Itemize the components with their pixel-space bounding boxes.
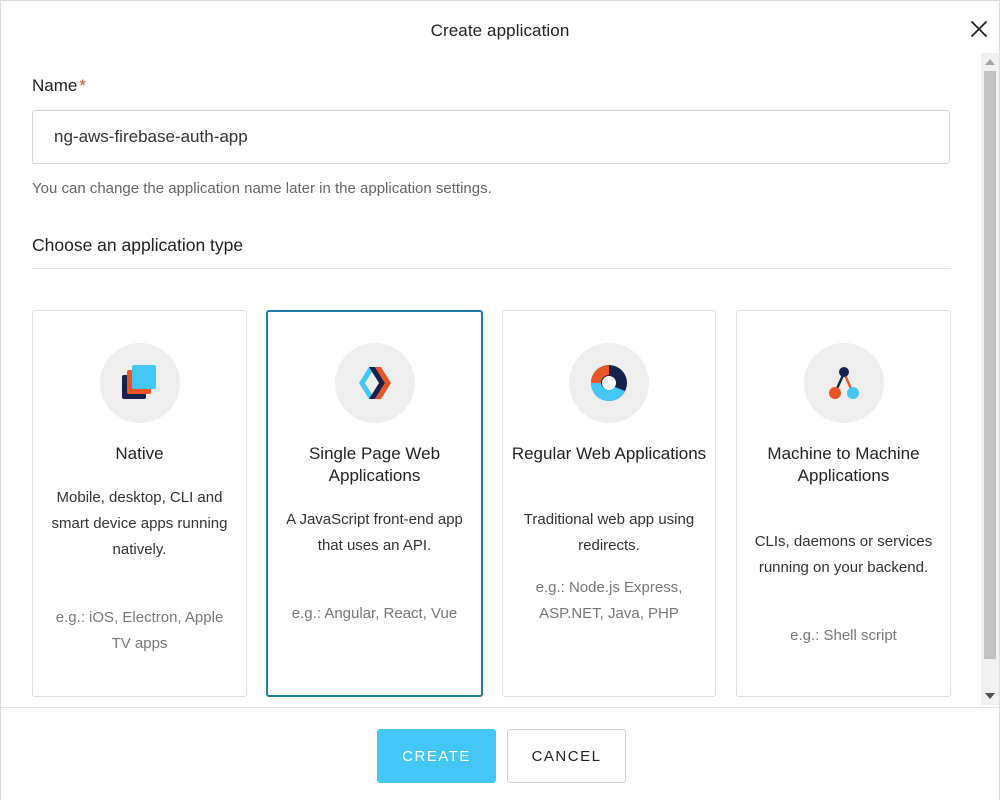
app-type-card-regular-web[interactable]: Regular Web Applications Traditional web… <box>502 310 716 697</box>
app-type-card-machine-to-machine[interactable]: Machine to Machine Applications CLIs, da… <box>736 310 951 697</box>
cancel-button[interactable]: CANCEL <box>507 729 626 783</box>
card-title: Regular Web Applications <box>511 444 707 463</box>
machine-to-machine-icon <box>803 343 884 423</box>
dialog-title: Create application <box>430 21 570 40</box>
vertical-scrollbar[interactable] <box>981 53 999 705</box>
dialog-footer: CREATE CANCEL <box>1 707 999 800</box>
close-icon <box>971 21 987 37</box>
name-help-text: You can change the application name late… <box>32 180 492 197</box>
application-type-heading: Choose an application type <box>32 235 244 255</box>
native-app-icon <box>99 343 180 423</box>
card-title: Single Page Web Applications <box>308 444 441 485</box>
chevron-up-icon <box>985 59 995 65</box>
required-marker: * <box>79 76 86 95</box>
card-title: Machine to Machine Applications <box>767 444 920 485</box>
card-title: Native <box>115 444 164 463</box>
scroll-down-button[interactable] <box>981 689 999 703</box>
card-example: e.g.: Shell script <box>790 627 897 644</box>
application-name-input[interactable] <box>32 110 950 164</box>
card-description: A JavaScript front-end app that uses an … <box>286 511 463 554</box>
dialog-body: Name* You can change the application nam… <box>1 51 999 706</box>
app-type-card-native[interactable]: Native Mobile, desktop, CLI and smart de… <box>32 310 247 697</box>
create-button[interactable]: CREATE <box>377 729 496 783</box>
card-example: e.g.: iOS, Electron, Apple TV apps <box>55 609 224 652</box>
name-field-label: Name * <box>32 76 86 95</box>
card-example: e.g.: Angular, React, Vue <box>291 605 458 622</box>
card-description: Traditional web app using redirects. <box>523 511 695 554</box>
create-application-dialog: Create application Name* You can change … <box>0 0 1000 800</box>
regular-web-app-icon <box>569 343 649 423</box>
app-type-card-spa[interactable]: Single Page Web Applications A JavaScrip… <box>266 310 483 697</box>
scroll-up-button[interactable] <box>981 55 999 69</box>
scrollbar-thumb[interactable] <box>984 71 996 659</box>
card-example: e.g.: Node.js Express, ASP.NET, Java, PH… <box>535 579 683 622</box>
chevron-down-icon <box>985 693 995 699</box>
spa-icon <box>334 343 415 423</box>
card-description: Mobile, desktop, CLI and smart device ap… <box>51 489 228 558</box>
section-divider <box>32 268 951 269</box>
close-button[interactable] <box>967 17 991 41</box>
card-description: CLIs, daemons or services running on you… <box>754 533 933 576</box>
